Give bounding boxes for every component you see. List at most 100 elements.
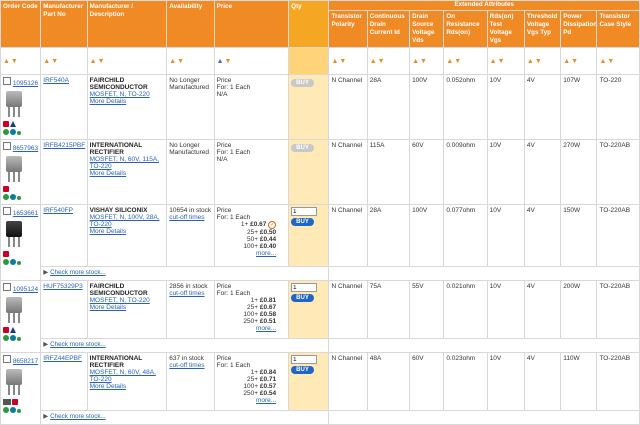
part-no-link[interactable]: IRF540FP [43,207,73,214]
row-checkbox[interactable] [3,283,11,291]
more-details-link[interactable]: More Details [90,228,126,235]
more-details-link[interactable]: More Details [90,383,126,390]
col-on-resistance[interactable]: On Resistance Rds(on) [443,10,488,48]
datasheet-icon[interactable] [3,327,9,333]
info-icon[interactable] [3,259,9,265]
more-prices-link[interactable]: more... [256,397,276,404]
drain-current: 115A [366,139,411,205]
sort-arrows[interactable]: ▲▼ [446,58,462,65]
datasheet-icon[interactable] [3,251,9,257]
chevron-right-icon: ▶ [43,341,49,348]
row-checkbox[interactable] [3,207,11,215]
part-no-link[interactable]: IRFB4215PBF [43,142,85,149]
more-details-link[interactable]: More Details [90,98,126,105]
check-more-stock-link[interactable]: Check more stock... [50,341,106,348]
row-checkbox[interactable] [3,355,11,363]
drain-voltage: 100V [409,204,445,267]
product-image[interactable] [3,369,25,397]
cutoff-times-link[interactable]: cut-off times [169,362,204,369]
settings-icon[interactable] [10,407,16,413]
info-icon[interactable] [3,194,9,200]
sort-arrows[interactable]: ▲▼ [169,58,185,65]
sort-arrows[interactable]: ▲▼ [370,58,386,65]
buy-button[interactable]: BUY [291,294,314,302]
col-drain-voltage[interactable]: Drain Source Voltage Vds [409,10,445,48]
part-no-link[interactable]: IRFZ44EPBF [43,355,82,362]
row-checkbox[interactable] [3,142,11,150]
threshold-voltage: 4V [523,280,562,339]
col-test-voltage[interactable]: Rds(on) Test Voltage Vgs [486,10,525,48]
buy-button[interactable]: BUY [291,218,314,226]
part-no-link[interactable]: IRF540A [43,77,69,84]
price-tier: 25+ £0.71 [247,376,277,383]
col-drain-current[interactable]: Continuous Drain Current Id [366,10,411,48]
quantity-input[interactable] [291,283,318,292]
sort-arrows[interactable]: ▲▼ [43,58,59,65]
col-qty: Qty [288,0,330,48]
quantity-input[interactable] [291,355,318,364]
product-image[interactable] [3,221,25,249]
check-more-stock-link[interactable]: Check more stock... [50,413,106,420]
product-image[interactable] [3,91,25,119]
product-image[interactable] [3,156,25,184]
col-price[interactable]: Price [213,0,290,48]
table-row: 1095124 HUF75329P3 FAIRCHILD SEMICONDUCT… [0,280,640,353]
product-image[interactable] [3,297,25,325]
col-order-code[interactable]: Order Code [0,0,42,48]
check-more-stock-link[interactable]: Check more stock... [50,269,106,276]
settings-icon[interactable] [10,259,16,265]
col-polarity[interactable]: Transistor Polarity [328,10,368,48]
cutoff-times-link[interactable]: cut-off times [169,214,204,221]
sort-arrows[interactable]: ▲▼ [331,58,347,65]
row-checkbox[interactable] [3,77,11,85]
order-code-link[interactable]: 8657963 [13,145,38,152]
more-details-link[interactable]: More Details [90,170,126,177]
info-icon[interactable] [3,407,9,413]
order-code-link[interactable]: 1653661 [13,210,38,217]
reel-icon [3,399,11,405]
sort-arrows[interactable]: ▲▼ [217,58,233,65]
sort-arrows[interactable]: ▲▼ [412,58,428,65]
info-icon[interactable] [3,129,9,135]
price-value: N/A [216,91,228,98]
col-case[interactable]: Transistor Case Style [596,10,640,48]
datasheet-icon[interactable] [12,399,18,405]
polarity: N Channel [328,280,368,339]
sort-arrows[interactable]: ▲▼ [90,58,106,65]
col-power[interactable]: Power Dissipation Pd [560,10,598,48]
col-manufacturer[interactable]: Manufacturer / Description [86,0,168,48]
col-part-no[interactable]: Manufacturer Part No [40,0,88,48]
sort-arrows[interactable]: ▲▼ [3,58,19,65]
description-link[interactable]: MOSFET, N, TO-220 [90,297,150,304]
description-link[interactable]: MOSFET, N, 60V, 115A, TO-220 [90,156,159,170]
sort-arrows[interactable]: ▲▼ [527,58,543,65]
settings-icon[interactable] [10,194,16,200]
settings-icon[interactable] [10,335,16,341]
order-code-link[interactable]: 1095124 [13,286,38,293]
description-link[interactable]: MOSFET, N, 100V, 28A, TO-220 [90,214,160,228]
datasheet-icon[interactable] [3,186,9,192]
description-link[interactable]: MOSFET, N, TO-220 [90,91,150,98]
buy-button[interactable]: BUY [291,366,314,374]
datasheet-icon[interactable] [3,121,9,127]
description-link[interactable]: MOSFET, N, 60V, 48A, TO-220 [90,369,156,383]
settings-icon[interactable] [10,129,16,135]
more-details-link[interactable]: More Details [90,304,126,311]
case-style: TO-220AB [596,280,640,339]
cutoff-times-link[interactable]: cut-off times [169,290,204,297]
part-no-link[interactable]: HUF75329P3 [43,283,82,290]
price-label: Price [216,355,232,362]
sort-arrows[interactable]: ▲▼ [490,58,506,65]
more-prices-link[interactable]: more... [256,325,276,332]
sort-arrows[interactable]: ▲▼ [599,58,615,65]
price-for: For: 1 Each [216,149,251,156]
col-threshold[interactable]: Threshold Voltage Vgs Typ [523,10,562,48]
col-availability[interactable]: Availability [166,0,215,48]
quantity-input[interactable] [291,207,318,216]
sort-arrows[interactable]: ▲▼ [563,58,579,65]
info-icon[interactable] [3,335,9,341]
order-code-link[interactable]: 8658217 [13,358,38,365]
more-prices-link[interactable]: more... [256,250,276,257]
availability: No Longer Manufactured [166,74,215,140]
order-code-link[interactable]: 1095126 [13,80,38,87]
